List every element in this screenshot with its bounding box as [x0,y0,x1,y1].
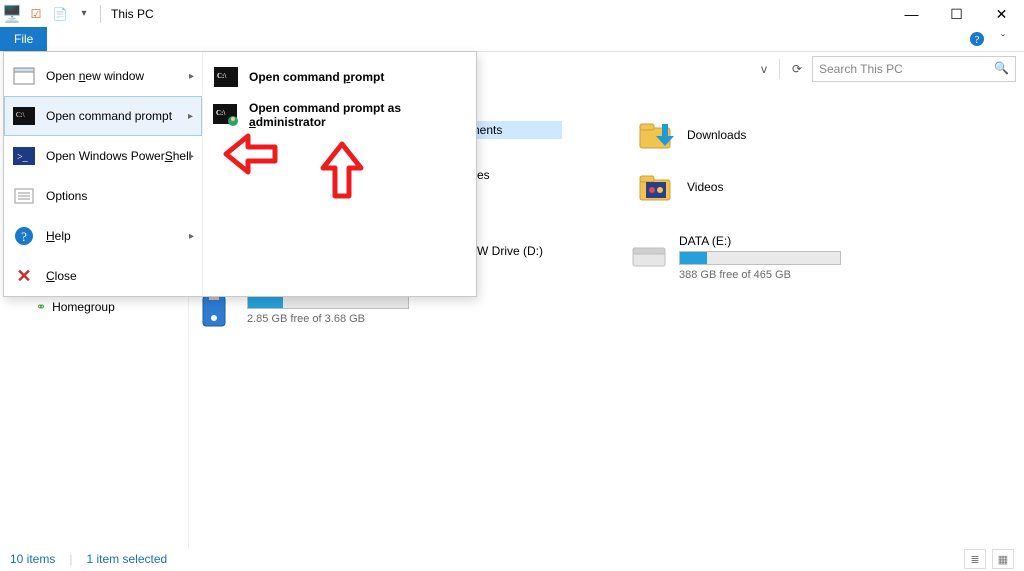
file-menu-primary: Open new window ▸ C:\ Open command promp… [4,52,202,296]
options-icon [12,186,36,206]
ribbon-collapse-icon[interactable]: ˇ [994,30,1012,48]
qat-customize-dropdown[interactable]: ▾ [72,3,96,25]
menu-open-new-window[interactable]: Open new window ▸ [4,56,202,96]
new-window-icon [12,66,36,86]
menu-help[interactable]: ? Help ▸ [4,216,202,256]
this-pc-icon: 🖥️ [0,3,24,25]
svg-text:C:\: C:\ [217,72,227,80]
homegroup-icon: ⚭ [36,300,46,314]
menu-options[interactable]: Options [4,176,202,216]
refresh-button[interactable]: ⟳ [786,58,808,80]
folder-videos[interactable]: Videos [637,168,723,206]
folder-label: Videos [687,180,723,194]
submenu-open-cmd[interactable]: C:\ Open command prompt [207,58,472,96]
search-placeholder: Search This PC [819,62,903,76]
powershell-icon: >_ [12,146,36,166]
address-history-dropdown[interactable]: v [753,58,775,80]
status-bar: 10 items | 1 item selected ≣ ▦ [0,547,1024,571]
search-icon: 🔍 [994,61,1009,75]
submenu-arrow-icon: ▸ [188,111,193,122]
svg-text:C:\: C:\ [16,111,25,119]
title-bar: 🖥️ ☑ 📄 ▾ This PC — ☐ ✕ [0,0,1024,27]
submenu-arrow-icon: ▸ [189,231,194,242]
tab-file[interactable]: File [0,27,47,51]
folder-label: es [477,168,490,182]
close-button[interactable]: ✕ [979,0,1024,27]
quick-access-toolbar: 🖥️ ☑ 📄 ▾ [0,0,96,27]
folder-documents[interactable]: nents [471,121,562,139]
menu-label: Close [46,269,77,283]
status-item-count: 10 items [10,552,55,566]
view-tiles-button[interactable]: ▦ [992,549,1014,569]
drive-label: W Drive (D:) [477,244,543,258]
submenu-open-cmd-admin[interactable]: C:\ Open command prompt as administrator [207,96,472,134]
qat-new-doc-icon[interactable]: 📄 [48,3,72,25]
folder-label: Downloads [687,128,746,142]
qat-properties-icon[interactable]: ☑ [24,3,48,25]
menu-open-command-prompt[interactable]: C:\ Open command prompt ▸ [4,96,202,136]
submenu-arrow-icon: ▸ [189,71,194,82]
drive-usage-bar [247,295,409,309]
menu-label: Open Windows PowerShell [46,149,191,163]
folder-partial[interactable]: es [477,168,490,182]
svg-text:>_: >_ [17,152,29,163]
drive-usage-bar [679,251,841,265]
hdd-icon [629,234,669,274]
help-menu-icon: ? [12,226,36,246]
window-title: This PC [111,7,154,21]
folder-downloads[interactable]: Downloads [637,116,746,154]
cmd-icon: C:\ [213,66,239,88]
svg-text:C:\: C:\ [216,109,226,117]
menu-label: Open command prompt [46,109,172,123]
drive-data[interactable]: DATA (E:) 388 GB free of 465 GB [629,234,849,281]
usb-icon [197,292,237,332]
menu-close[interactable]: ✕ Close [4,256,202,296]
title-separator [100,5,101,23]
view-details-button[interactable]: ≣ [964,549,986,569]
submenu-label: Open command prompt as administrator [249,101,466,129]
submenu-label: Open command prompt [249,70,384,84]
folder-label: nents [473,123,502,137]
svg-text:?: ? [975,34,980,46]
menu-open-powershell[interactable]: >_ Open Windows PowerShell ▸ [4,136,202,176]
search-input[interactable]: Search This PC 🔍 [812,56,1016,82]
drive-label: DATA (E:) [679,234,841,248]
drive-free-text: 388 GB free of 465 GB [679,269,841,281]
ribbon-tabs: File ? ˇ [0,27,1024,52]
addr-separator [779,59,780,79]
videos-icon [637,168,675,206]
close-menu-icon: ✕ [12,266,36,286]
menu-label: Open new window [46,69,144,83]
status-selection: 1 item selected [86,552,167,566]
sidebar-item-label: Homegroup [52,300,115,314]
menu-label: Help [46,229,71,243]
drive-usb[interactable]: 2.85 GB free of 3.68 GB [197,292,417,332]
cmd-icon: C:\ [12,106,36,126]
help-icon[interactable]: ? [968,30,986,48]
minimize-button[interactable]: — [889,0,934,27]
maximize-button[interactable]: ☐ [934,0,979,27]
downloads-icon [637,116,675,154]
menu-label: Options [46,189,87,203]
drive-free-text: 2.85 GB free of 3.68 GB [247,313,409,325]
sidebar-item-homegroup[interactable]: ⚭ Homegroup [0,296,188,318]
svg-text:?: ? [21,229,27,244]
cmd-admin-icon: C:\ [213,104,239,126]
submenu-arrow-icon: ▸ [189,151,194,162]
